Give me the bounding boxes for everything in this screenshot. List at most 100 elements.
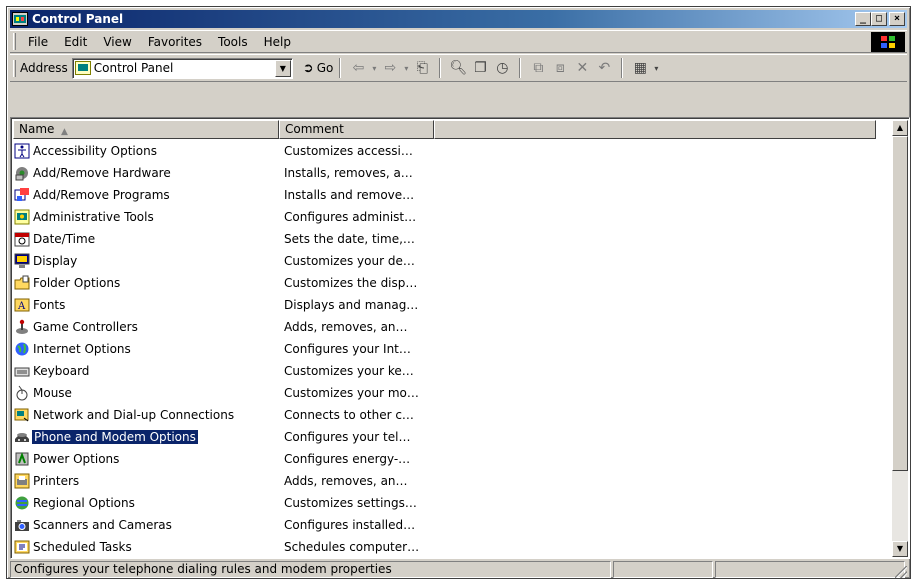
folders-icon[interactable]: ❐ (469, 58, 491, 78)
menu-grip[interactable] (13, 33, 16, 50)
up-folder-icon[interactable]: ⎗ (411, 58, 433, 78)
programs-icon (14, 188, 29, 201)
item-comment: Installs and remove… (284, 188, 415, 202)
item-label: Printers (33, 474, 80, 488)
back-icon[interactable]: ⇦ (347, 58, 369, 78)
menu-edit[interactable]: Edit (56, 35, 95, 49)
item-comment: Configures administ… (284, 210, 417, 224)
item-name-cell: Scheduled Tasks (13, 539, 279, 555)
windows-logo-icon (871, 32, 905, 52)
item-label: Power Options (33, 452, 120, 466)
list-item[interactable]: Printers Adds, removes, an… (13, 470, 876, 492)
control-panel-icon (12, 12, 28, 26)
undo-icon[interactable]: ↶ (593, 58, 615, 78)
accessibility-icon (14, 143, 30, 159)
item-name-cell: Date/Time (13, 231, 279, 247)
list-item[interactable]: Keyboard Customizes your ke… (13, 360, 876, 382)
list-item[interactable]: Add/Remove Programs Installs and remove… (13, 184, 876, 206)
minimize-button[interactable]: _ (855, 12, 871, 26)
menu-view[interactable]: View (95, 35, 139, 49)
item-label: Scheduled Tasks (33, 540, 132, 554)
item-comment: Connects to other c… (284, 408, 414, 422)
regional-icon (15, 496, 29, 510)
list-item[interactable]: Scanners and Cameras Configures installed… (13, 514, 876, 536)
list-item[interactable]: Game Controllers Adds, removes, an… (13, 316, 876, 338)
list-item[interactable]: A Fonts Displays and manag… (13, 294, 876, 316)
network-icon (14, 408, 29, 422)
camera-icon (15, 520, 29, 531)
copy-to-icon[interactable]: ⧈ (549, 58, 571, 78)
sort-ascending-icon: ▲ (61, 127, 68, 137)
globe-icon (15, 342, 29, 356)
list-item[interactable]: Network and Dial-up Connections Connects … (13, 404, 876, 426)
list-item[interactable]: Add/Remove Hardware Installs, removes, a… (13, 162, 876, 184)
item-comment: Displays and manag… (284, 298, 419, 312)
delete-icon[interactable]: ✕ (571, 58, 593, 78)
item-list[interactable]: Name ▲ Comment Accessibility Options Cust… (10, 117, 910, 559)
go-label: Go (316, 61, 334, 75)
views-icon[interactable]: ▦ (629, 58, 651, 78)
svg-text:A: A (17, 301, 26, 312)
status-bar: Configures your telephone dialing rules … (10, 561, 907, 578)
forward-icon[interactable]: ⇨ (379, 58, 401, 78)
item-label: Accessibility Options (33, 144, 157, 158)
address-label: Address (20, 61, 68, 75)
maximize-button[interactable]: □ (871, 12, 887, 26)
list-item[interactable]: Power Options Configures energy-… (13, 448, 876, 470)
title-bar[interactable]: Control Panel _ □ × (10, 10, 907, 28)
resize-grip[interactable] (895, 566, 907, 578)
menu-file[interactable]: File (20, 35, 56, 49)
list-item[interactable]: Regional Options Customizes settings… (13, 492, 876, 514)
item-name-cell: Scanners and Cameras (13, 517, 279, 533)
move-to-icon[interactable]: ⧉ (527, 58, 549, 78)
close-button[interactable]: × (889, 12, 905, 26)
list-item[interactable]: Date/Time Sets the date, time,… (13, 228, 876, 250)
toolbar-separator (339, 58, 342, 78)
item-label: Add/Remove Hardware (33, 166, 171, 180)
address-input[interactable]: Control Panel ▼ (71, 57, 293, 79)
list-item[interactable]: Mouse Customizes your mo… (13, 382, 876, 404)
forward-dropdown-icon[interactable]: ▾ (401, 58, 411, 78)
item-name-cell: A Fonts (13, 297, 279, 313)
list-item[interactable]: Accessibility Options Customizes accessi… (13, 140, 876, 162)
item-label: Date/Time (33, 232, 96, 246)
column-header-name[interactable]: Name ▲ (13, 120, 279, 139)
window-title: Control Panel (32, 12, 124, 26)
address-grip[interactable] (13, 59, 16, 77)
item-name-cell: Accessibility Options (13, 143, 279, 159)
admin-tools-icon (14, 209, 30, 225)
scroll-up-button[interactable]: ▲ (892, 120, 908, 136)
item-label: Phone and Modem Options (31, 429, 199, 445)
menu-tools[interactable]: Tools (210, 35, 256, 49)
scroll-down-button[interactable]: ▼ (892, 541, 908, 557)
keyboard-icon (14, 367, 30, 377)
toolbar-separator (519, 58, 522, 78)
joystick-icon (16, 319, 28, 334)
vertical-scrollbar[interactable]: ▲ ▼ (892, 120, 908, 557)
list-item[interactable]: Folder Options Customizes the disp… (13, 272, 876, 294)
history-icon[interactable]: ◷ (491, 58, 513, 78)
search-icon[interactable]: 🔍︎ (447, 58, 469, 78)
address-dropdown-button[interactable]: ▼ (274, 59, 291, 77)
column-header-comment[interactable]: Comment (279, 120, 434, 139)
power-icon (15, 452, 29, 466)
back-dropdown-icon[interactable]: ▾ (369, 58, 379, 78)
menu-help[interactable]: Help (256, 35, 299, 49)
list-item[interactable]: Internet Options Configures your Int… (13, 338, 876, 360)
item-comment: Adds, removes, an… (284, 320, 408, 334)
scroll-thumb[interactable] (892, 136, 908, 471)
list-item[interactable]: Display Customizes your de… (13, 250, 876, 272)
item-name-cell: Display (13, 253, 279, 269)
views-dropdown-icon[interactable]: ▾ (651, 58, 661, 78)
list-item[interactable]: Scheduled Tasks Schedules computer… (13, 536, 876, 558)
item-name-cell: Game Controllers (13, 319, 279, 335)
status-panel-3 (715, 561, 905, 578)
address-value: Control Panel (93, 61, 174, 75)
item-label: Administrative Tools (33, 210, 154, 224)
list-item[interactable]: Administrative Tools Configures administ… (13, 206, 876, 228)
menu-favorites[interactable]: Favorites (140, 35, 210, 49)
item-label: Display (33, 254, 78, 268)
go-button[interactable]: ➲ Go (303, 61, 334, 76)
item-comment: Sets the date, time,… (284, 232, 415, 246)
list-item[interactable]: Phone and Modem Options Configures your t… (13, 426, 876, 448)
